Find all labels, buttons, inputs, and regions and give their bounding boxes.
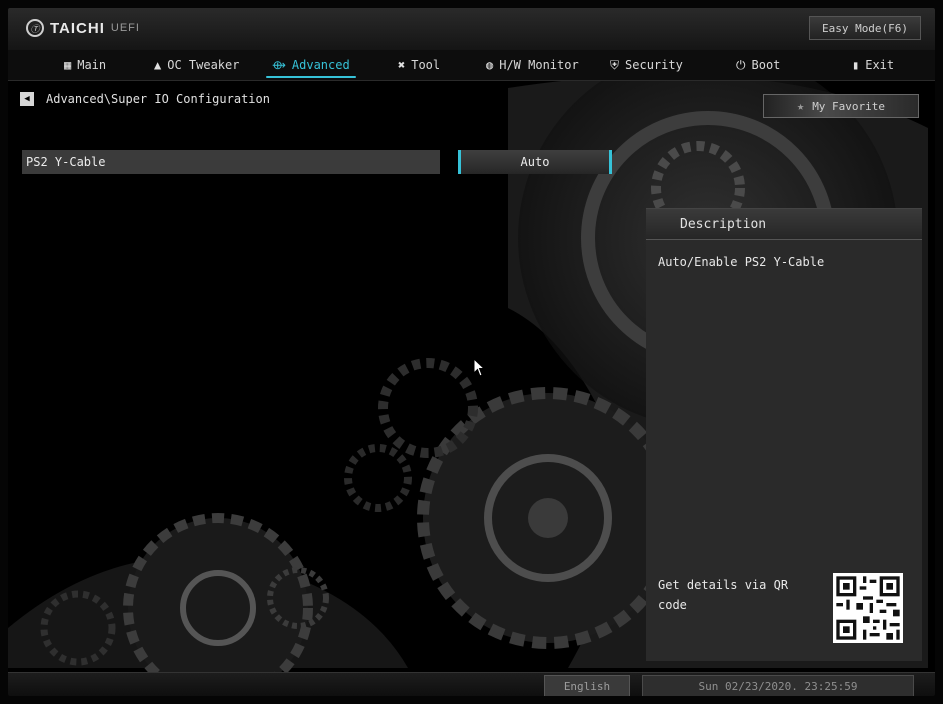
qr-caption: Get details via QR code: [658, 578, 789, 612]
brand-sub: UEFI: [110, 22, 140, 34]
easy-mode-button[interactable]: Easy Mode(F6): [809, 16, 921, 40]
tab-tool[interactable]: ✖ Tool: [398, 50, 440, 80]
description-panel: Description Auto/Enable PS2 Y-Cable Get …: [646, 208, 922, 661]
tab-label: Tool: [411, 58, 441, 72]
description-title: Description: [680, 217, 767, 232]
setting-value-dropdown[interactable]: Auto: [458, 150, 612, 174]
main-nav: ▦ Main ▲ OC Tweaker ⟴ Advanced ✖ Tool ◍ …: [8, 50, 935, 81]
advanced-icon: ⟴: [272, 58, 286, 72]
tab-exit[interactable]: ▮ Exit: [852, 50, 894, 80]
breadcrumb-path: Advanced\Super IO Configuration: [46, 92, 270, 106]
back-arrow-icon[interactable]: ◀: [20, 92, 34, 106]
tab-label: Advanced: [291, 58, 350, 72]
brand-name: TAICHI: [50, 19, 105, 37]
tab-label: Security: [625, 58, 683, 72]
tab-label: OC Tweaker: [167, 58, 240, 72]
shield-icon: ⛨: [610, 57, 620, 72]
grid-icon: ▦: [64, 58, 72, 72]
tab-main[interactable]: ▦ Main: [64, 50, 106, 80]
power-icon: ⏻: [736, 57, 746, 72]
tab-label: Boot: [751, 58, 781, 72]
top-bar: Ⓣ TAICHI UEFI Easy Mode(F6): [8, 8, 935, 51]
breadcrumb: ◀ Advanced\Super IO Configuration: [20, 92, 270, 106]
datetime-display: Sun 02/23/2020. 23:25:59: [642, 675, 914, 696]
tab-label: H/W Monitor: [499, 58, 579, 72]
tab-boot[interactable]: ⏻ Boot: [736, 50, 780, 80]
description-header: Description: [646, 209, 922, 240]
language-button[interactable]: English: [544, 675, 630, 696]
tab-label: Exit: [865, 58, 895, 72]
rocket-icon: ▲: [154, 58, 162, 72]
tab-advanced[interactable]: ⟴ Advanced: [266, 50, 356, 80]
tab-oc-tweaker[interactable]: ▲ OC Tweaker: [154, 50, 239, 80]
my-favorite-button[interactable]: ★ My Favorite: [763, 94, 919, 118]
favorite-label: My Favorite: [812, 99, 886, 113]
tab-hw-monitor[interactable]: ◍ H/W Monitor: [486, 50, 579, 80]
exit-icon: ▮: [852, 58, 860, 72]
qr-code-icon: [833, 573, 903, 643]
bios-window: Ⓣ TAICHI UEFI Easy Mode(F6) ▦ Main ▲ OC …: [8, 8, 935, 696]
taichi-logo-icon: Ⓣ: [26, 19, 44, 37]
tab-security[interactable]: ⛨ Security: [610, 50, 683, 80]
mouse-pointer-icon: [473, 358, 486, 377]
brand-logo: Ⓣ TAICHI UEFI: [26, 19, 140, 37]
tab-label: Main: [77, 58, 107, 72]
footer-bar: English Sun 02/23/2020. 23:25:59: [8, 672, 935, 696]
setting-label: PS2 Y-Cable: [26, 155, 106, 169]
description-text: Auto/Enable PS2 Y-Cable: [658, 255, 825, 269]
star-icon: ★: [796, 99, 805, 113]
tool-icon: ✖: [398, 58, 406, 72]
monitor-icon: ◍: [486, 58, 494, 72]
active-tab-indicator: [266, 76, 356, 78]
setting-ps2-y-cable[interactable]: PS2 Y-Cable: [22, 150, 440, 174]
